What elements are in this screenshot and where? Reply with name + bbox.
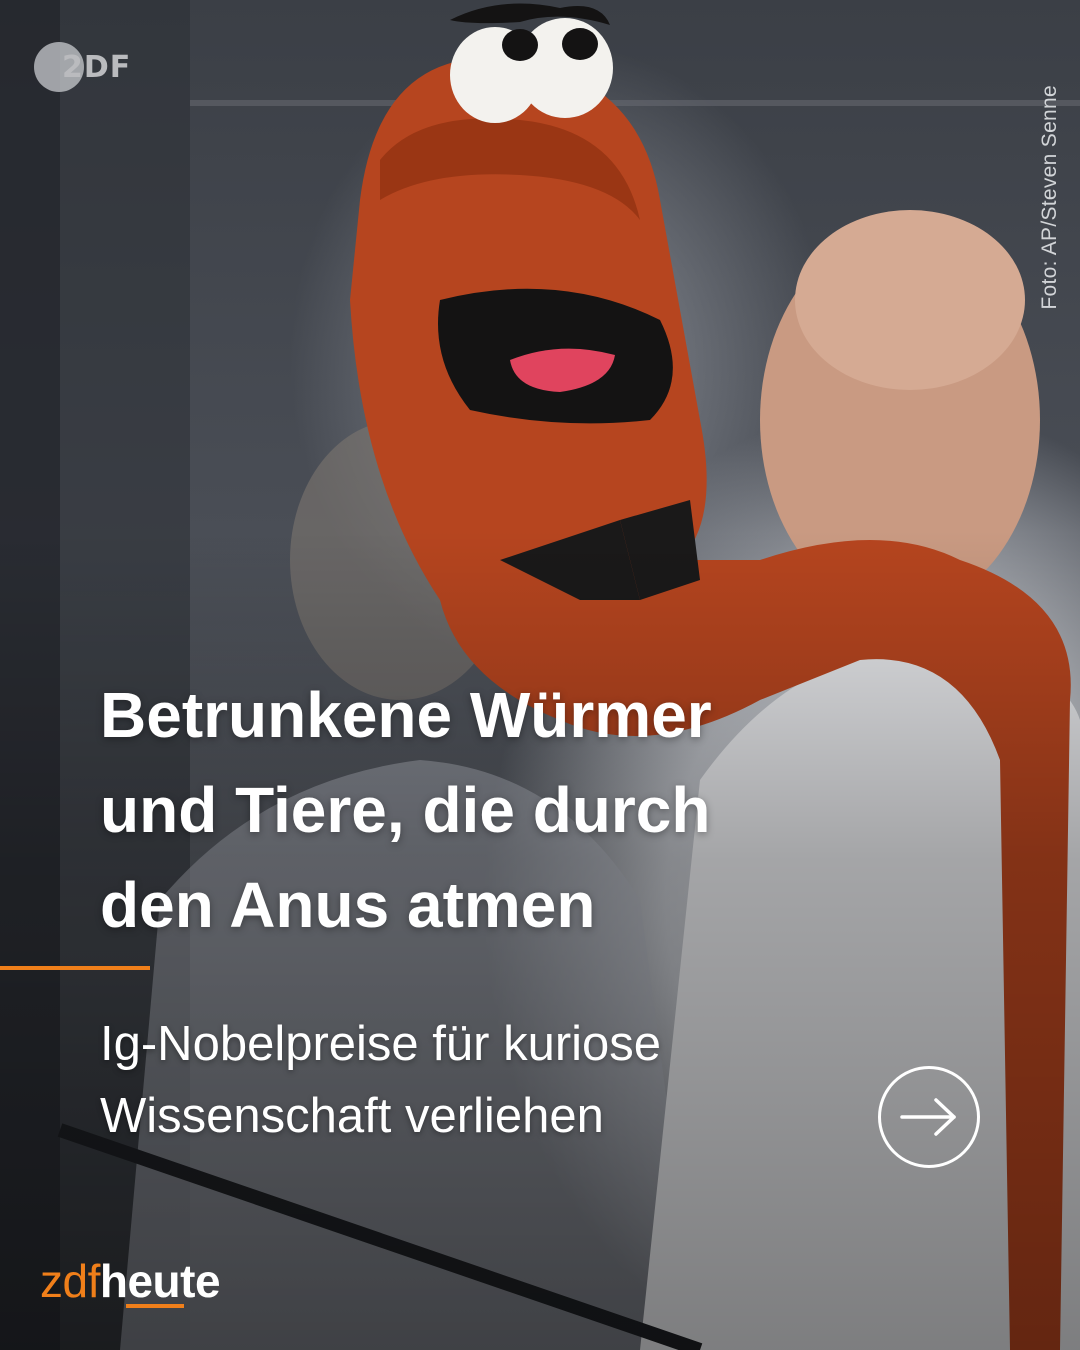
brand-suffix: heute bbox=[99, 1255, 221, 1307]
arrow-right-circle-icon bbox=[900, 1098, 956, 1136]
zdf-watermark-text: 2DF bbox=[62, 49, 132, 85]
next-button[interactable] bbox=[878, 1066, 980, 1168]
subheadline-line: Wissenschaft verliehen bbox=[100, 1089, 604, 1143]
brand-underline bbox=[126, 1304, 184, 1308]
accent-divider bbox=[0, 966, 150, 970]
headline-line: und Tiere, die durch bbox=[100, 774, 711, 846]
subheadline-line: Ig-Nobelpreise für kuriose bbox=[100, 1017, 662, 1071]
zdf-watermark-logo: 2DF bbox=[34, 42, 131, 92]
news-teaser-card[interactable]: 2DF Foto: AP/Steven Senne Betrunkene Wür… bbox=[0, 0, 1080, 1350]
zdfheute-logo: zdf heute bbox=[40, 1254, 221, 1308]
photo-credit-text: Foto: AP/Steven Senne bbox=[1038, 85, 1061, 310]
brand-prefix: zdf bbox=[40, 1255, 100, 1307]
subheadline: Ig-Nobelpreise für kuriose Wissenschaft … bbox=[100, 1008, 860, 1152]
photo-credit: Foto: AP/Steven Senne bbox=[1032, 40, 1062, 310]
headline-line: den Anus atmen bbox=[100, 869, 596, 941]
headline-line: Betrunkene Würmer bbox=[100, 679, 712, 751]
headline: Betrunkene Würmer und Tiere, die durch d… bbox=[100, 668, 900, 953]
